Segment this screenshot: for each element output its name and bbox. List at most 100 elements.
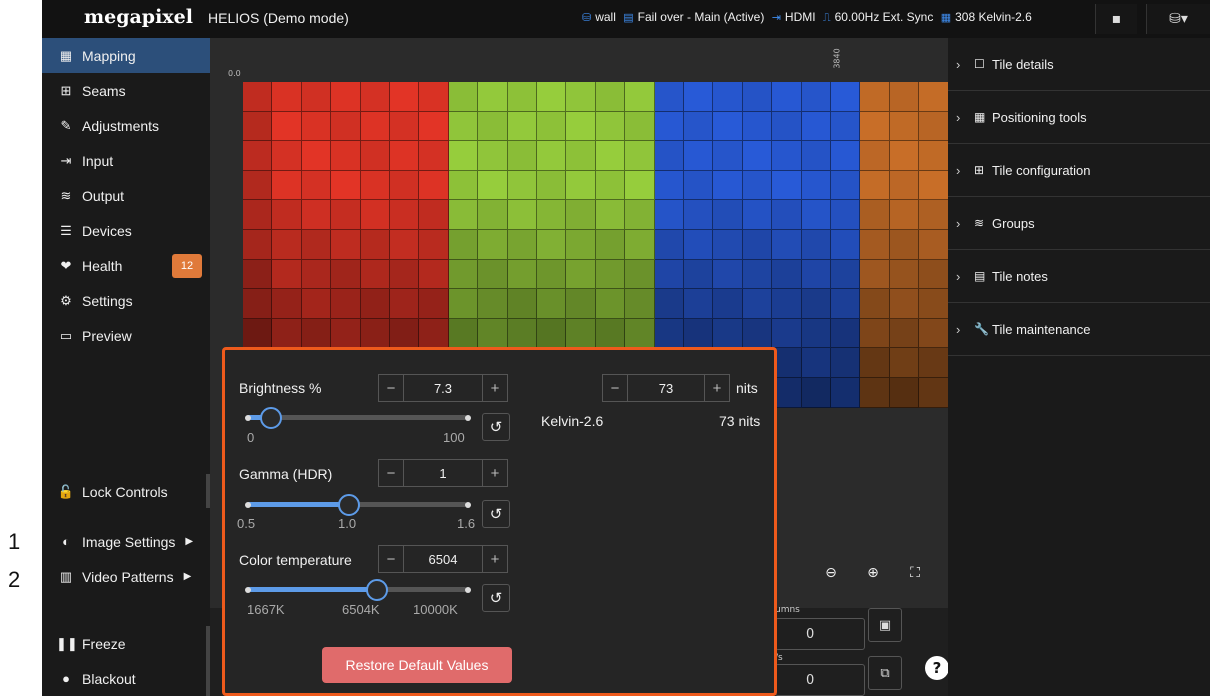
wall-tile[interactable] bbox=[889, 82, 920, 112]
wall-tile[interactable] bbox=[801, 289, 831, 319]
wall-tile[interactable] bbox=[713, 82, 743, 112]
wall-tile[interactable] bbox=[272, 111, 302, 142]
wall-tile[interactable] bbox=[478, 82, 508, 112]
status-sync[interactable]: 60.00Hz Ext. Sync bbox=[835, 10, 934, 24]
wall-tile[interactable] bbox=[331, 82, 361, 112]
gamma-stepper[interactable]: − 1 + bbox=[378, 459, 508, 487]
wall-tile[interactable] bbox=[772, 259, 802, 290]
wall-tile[interactable] bbox=[419, 289, 449, 319]
wall-tile[interactable] bbox=[566, 259, 596, 290]
wall-tile[interactable] bbox=[889, 318, 920, 349]
wall-tile[interactable] bbox=[507, 318, 537, 349]
wall-tile[interactable] bbox=[654, 289, 684, 319]
wall-tile[interactable] bbox=[272, 82, 302, 112]
wall-tile[interactable] bbox=[478, 170, 508, 201]
wall-tile[interactable] bbox=[684, 111, 714, 142]
wall-tile[interactable] bbox=[478, 259, 508, 290]
wall-tile[interactable] bbox=[478, 289, 508, 319]
wall-tile[interactable] bbox=[742, 82, 773, 112]
wall-tile[interactable] bbox=[831, 200, 861, 230]
wall-tile[interactable] bbox=[448, 82, 479, 112]
wall-tile[interactable] bbox=[713, 289, 743, 319]
wall-tile[interactable] bbox=[595, 82, 626, 112]
nits-increment-button[interactable]: + bbox=[704, 374, 730, 402]
wall-tile[interactable] bbox=[919, 289, 949, 319]
wall-tile[interactable] bbox=[831, 348, 861, 378]
wall-tile[interactable] bbox=[801, 200, 831, 230]
wall-tile[interactable] bbox=[537, 82, 567, 112]
nits-decrement-button[interactable]: − bbox=[602, 374, 628, 402]
wall-tile[interactable] bbox=[390, 170, 420, 201]
wall-tile[interactable] bbox=[684, 230, 714, 260]
wall-tile[interactable] bbox=[831, 141, 861, 171]
wall-tile[interactable] bbox=[625, 170, 655, 201]
wall-tile[interactable] bbox=[301, 289, 332, 319]
wall-tile[interactable] bbox=[243, 318, 273, 349]
wall-tile[interactable] bbox=[331, 200, 361, 230]
wall-tile[interactable] bbox=[243, 141, 273, 171]
wall-tile[interactable] bbox=[742, 170, 773, 201]
wall-tile[interactable] bbox=[684, 141, 714, 171]
gamma-reset-button[interactable]: ↺ bbox=[482, 500, 510, 528]
wall-tile[interactable] bbox=[537, 170, 567, 201]
wall-tile[interactable] bbox=[919, 318, 949, 349]
sidebar-item-input[interactable]: ⇥ Input bbox=[42, 143, 210, 178]
wall-tile[interactable] bbox=[301, 259, 332, 290]
freeze-button[interactable]: ❚❚ Freeze bbox=[42, 626, 210, 661]
wall-tile[interactable] bbox=[831, 259, 861, 290]
color-temp-decrement-button[interactable]: − bbox=[378, 545, 404, 573]
accordion-tile-configuration[interactable]: › ⊞ Tile configuration bbox=[948, 144, 1210, 197]
wall-tile[interactable] bbox=[448, 170, 479, 201]
restore-defaults-button[interactable]: Restore Default Values bbox=[322, 647, 512, 683]
status-wall[interactable]: wall bbox=[595, 10, 616, 24]
wall-tile[interactable] bbox=[360, 200, 390, 230]
wall-tile[interactable] bbox=[301, 111, 332, 142]
wall-tile[interactable] bbox=[301, 200, 332, 230]
color-temp-slider-knob[interactable] bbox=[366, 579, 388, 601]
brightness-reset-button[interactable]: ↺ bbox=[482, 413, 510, 441]
wall-tile[interactable] bbox=[272, 259, 302, 290]
wall-tile[interactable] bbox=[507, 259, 537, 290]
wall-tile[interactable] bbox=[801, 259, 831, 290]
wall-tile[interactable] bbox=[860, 230, 890, 260]
wall-tile[interactable] bbox=[713, 111, 743, 142]
wall-tile[interactable] bbox=[243, 230, 273, 260]
wall-tile[interactable] bbox=[831, 170, 861, 201]
wall-tile[interactable] bbox=[772, 200, 802, 230]
accordion-positioning-tools[interactable]: › ▦ Positioning tools bbox=[948, 91, 1210, 144]
wall-tile[interactable] bbox=[301, 230, 332, 260]
image-settings-menu[interactable]: ◐ Image Settings ▶ bbox=[42, 524, 210, 559]
wall-tile[interactable] bbox=[595, 259, 626, 290]
wall-tile[interactable] bbox=[390, 141, 420, 171]
wall-tile[interactable] bbox=[360, 289, 390, 319]
sidebar-item-seams[interactable]: ⊞ Seams bbox=[42, 73, 210, 108]
wall-tile[interactable] bbox=[507, 230, 537, 260]
wall-tile[interactable] bbox=[331, 318, 361, 349]
wall-tile[interactable] bbox=[742, 230, 773, 260]
wall-tile[interactable] bbox=[713, 230, 743, 260]
wall-tile[interactable] bbox=[919, 170, 949, 201]
wall-tile[interactable] bbox=[919, 82, 949, 112]
wall-tile[interactable] bbox=[360, 230, 390, 260]
wall-tile[interactable] bbox=[889, 289, 920, 319]
accordion-groups[interactable]: › ≋ Groups bbox=[948, 197, 1210, 250]
wall-tile[interactable] bbox=[419, 170, 449, 201]
wall-tile[interactable] bbox=[301, 82, 332, 112]
wall-tile[interactable] bbox=[684, 318, 714, 349]
wall-tile[interactable] bbox=[537, 200, 567, 230]
accordion-tile-maintenance[interactable]: › 🔧 Tile maintenance bbox=[948, 303, 1210, 356]
brightness-increment-button[interactable]: + bbox=[482, 374, 508, 402]
wall-tile[interactable] bbox=[419, 230, 449, 260]
wall-tile[interactable] bbox=[390, 200, 420, 230]
wall-tile[interactable] bbox=[625, 318, 655, 349]
wall-tile[interactable] bbox=[478, 111, 508, 142]
wall-tile[interactable] bbox=[919, 259, 949, 290]
wall-tile[interactable] bbox=[331, 259, 361, 290]
wall-tile[interactable] bbox=[595, 141, 626, 171]
wall-tile[interactable] bbox=[742, 289, 773, 319]
wall-tile[interactable] bbox=[243, 170, 273, 201]
wall-tile[interactable] bbox=[419, 141, 449, 171]
wall-tile[interactable] bbox=[860, 378, 890, 408]
wall-tile[interactable] bbox=[625, 200, 655, 230]
wall-tile[interactable] bbox=[419, 318, 449, 349]
